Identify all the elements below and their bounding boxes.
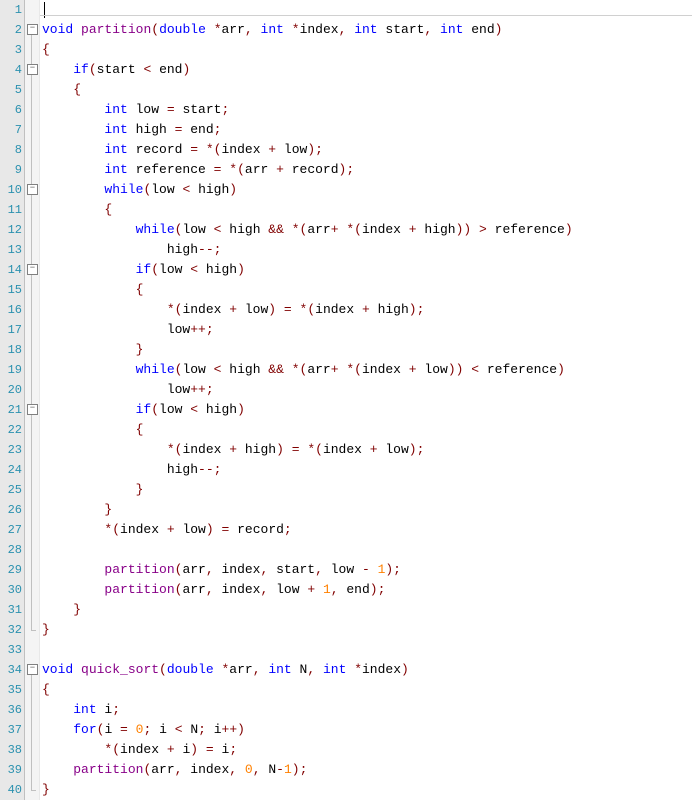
line-number: 8 xyxy=(0,140,22,160)
code-line[interactable]: while(low < high && *(arr+ *(index + hig… xyxy=(42,220,692,240)
line-number: 30 xyxy=(0,580,22,600)
line-number: 20 xyxy=(0,380,22,400)
line-number: 14 xyxy=(0,260,22,280)
code-line[interactable]: low++; xyxy=(42,320,692,340)
code-line[interactable]: { xyxy=(42,420,692,440)
code-line[interactable] xyxy=(42,0,692,20)
line-number: 2 xyxy=(0,20,22,40)
code-line[interactable]: int record = *(index + low); xyxy=(42,140,692,160)
code-line[interactable]: } xyxy=(42,480,692,500)
code-area[interactable]: void partition(double *arr, int *index, … xyxy=(40,0,692,800)
code-line[interactable]: *(index + high) = *(index + low); xyxy=(42,440,692,460)
code-line[interactable]: int i; xyxy=(42,700,692,720)
code-line[interactable]: if(low < high) xyxy=(42,260,692,280)
line-number: 37 xyxy=(0,720,22,740)
code-line[interactable]: high--; xyxy=(42,240,692,260)
code-line[interactable]: { xyxy=(42,680,692,700)
code-line[interactable]: if(start < end) xyxy=(42,60,692,80)
line-number: 32 xyxy=(0,620,22,640)
line-number: 39 xyxy=(0,760,22,780)
code-line[interactable]: void partition(double *arr, int *index, … xyxy=(42,20,692,40)
code-line[interactable]: { xyxy=(42,200,692,220)
code-line[interactable]: partition(arr, index, start, low - 1); xyxy=(42,560,692,580)
line-number: 38 xyxy=(0,740,22,760)
code-line[interactable]: } xyxy=(42,620,692,640)
code-line[interactable]: for(i = 0; i < N; i++) xyxy=(42,720,692,740)
line-number: 11 xyxy=(0,200,22,220)
code-line[interactable]: if(low < high) xyxy=(42,400,692,420)
line-number: 15 xyxy=(0,280,22,300)
code-line[interactable]: *(index + low) = record; xyxy=(42,520,692,540)
code-line[interactable]: } xyxy=(42,500,692,520)
code-line[interactable]: *(index + i) = i; xyxy=(42,740,692,760)
line-number: 28 xyxy=(0,540,22,560)
line-number: 9 xyxy=(0,160,22,180)
line-number: 21 xyxy=(0,400,22,420)
line-number: 34 xyxy=(0,660,22,680)
code-line[interactable]: int high = end; xyxy=(42,120,692,140)
code-line[interactable] xyxy=(42,540,692,560)
code-line[interactable] xyxy=(42,640,692,660)
code-line[interactable]: *(index + low) = *(index + high); xyxy=(42,300,692,320)
line-number: 36 xyxy=(0,700,22,720)
line-number: 12 xyxy=(0,220,22,240)
line-number: 25 xyxy=(0,480,22,500)
code-line[interactable]: int low = start; xyxy=(42,100,692,120)
code-line[interactable]: void quick_sort(double *arr, int N, int … xyxy=(42,660,692,680)
line-number: 3 xyxy=(0,40,22,60)
code-line[interactable]: { xyxy=(42,80,692,100)
line-number: 33 xyxy=(0,640,22,660)
line-number: 40 xyxy=(0,780,22,800)
code-editor[interactable]: 1234567891011121314151617181920212223242… xyxy=(0,0,692,800)
line-number: 26 xyxy=(0,500,22,520)
line-number: 13 xyxy=(0,240,22,260)
line-number: 23 xyxy=(0,440,22,460)
fold-column xyxy=(25,0,40,800)
code-line[interactable]: { xyxy=(42,280,692,300)
line-number: 31 xyxy=(0,600,22,620)
code-line[interactable]: } xyxy=(42,600,692,620)
line-number: 6 xyxy=(0,100,22,120)
line-number: 24 xyxy=(0,460,22,480)
fold-toggle[interactable] xyxy=(27,664,38,675)
line-number: 7 xyxy=(0,120,22,140)
code-line[interactable]: while(low < high) xyxy=(42,180,692,200)
fold-toggle[interactable] xyxy=(27,264,38,275)
code-line[interactable]: while(low < high && *(arr+ *(index + low… xyxy=(42,360,692,380)
code-line[interactable]: int reference = *(arr + record); xyxy=(42,160,692,180)
top-rule xyxy=(40,15,692,16)
code-line[interactable]: } xyxy=(42,780,692,800)
line-number: 17 xyxy=(0,320,22,340)
code-line[interactable]: partition(arr, index, 0, N-1); xyxy=(42,760,692,780)
code-line[interactable]: } xyxy=(42,340,692,360)
fold-toggle[interactable] xyxy=(27,404,38,415)
fold-toggle[interactable] xyxy=(27,64,38,75)
fold-toggle[interactable] xyxy=(27,184,38,195)
line-number: 10 xyxy=(0,180,22,200)
line-number: 27 xyxy=(0,520,22,540)
line-number: 16 xyxy=(0,300,22,320)
code-line[interactable]: partition(arr, index, low + 1, end); xyxy=(42,580,692,600)
line-number: 29 xyxy=(0,560,22,580)
code-line[interactable]: low++; xyxy=(42,380,692,400)
line-number: 5 xyxy=(0,80,22,100)
line-number: 22 xyxy=(0,420,22,440)
line-number: 18 xyxy=(0,340,22,360)
line-number-gutter: 1234567891011121314151617181920212223242… xyxy=(0,0,25,800)
code-line[interactable]: { xyxy=(42,40,692,60)
line-number: 4 xyxy=(0,60,22,80)
line-number: 35 xyxy=(0,680,22,700)
line-number: 19 xyxy=(0,360,22,380)
fold-toggle[interactable] xyxy=(27,24,38,35)
line-number: 1 xyxy=(0,0,22,20)
code-line[interactable]: high--; xyxy=(42,460,692,480)
